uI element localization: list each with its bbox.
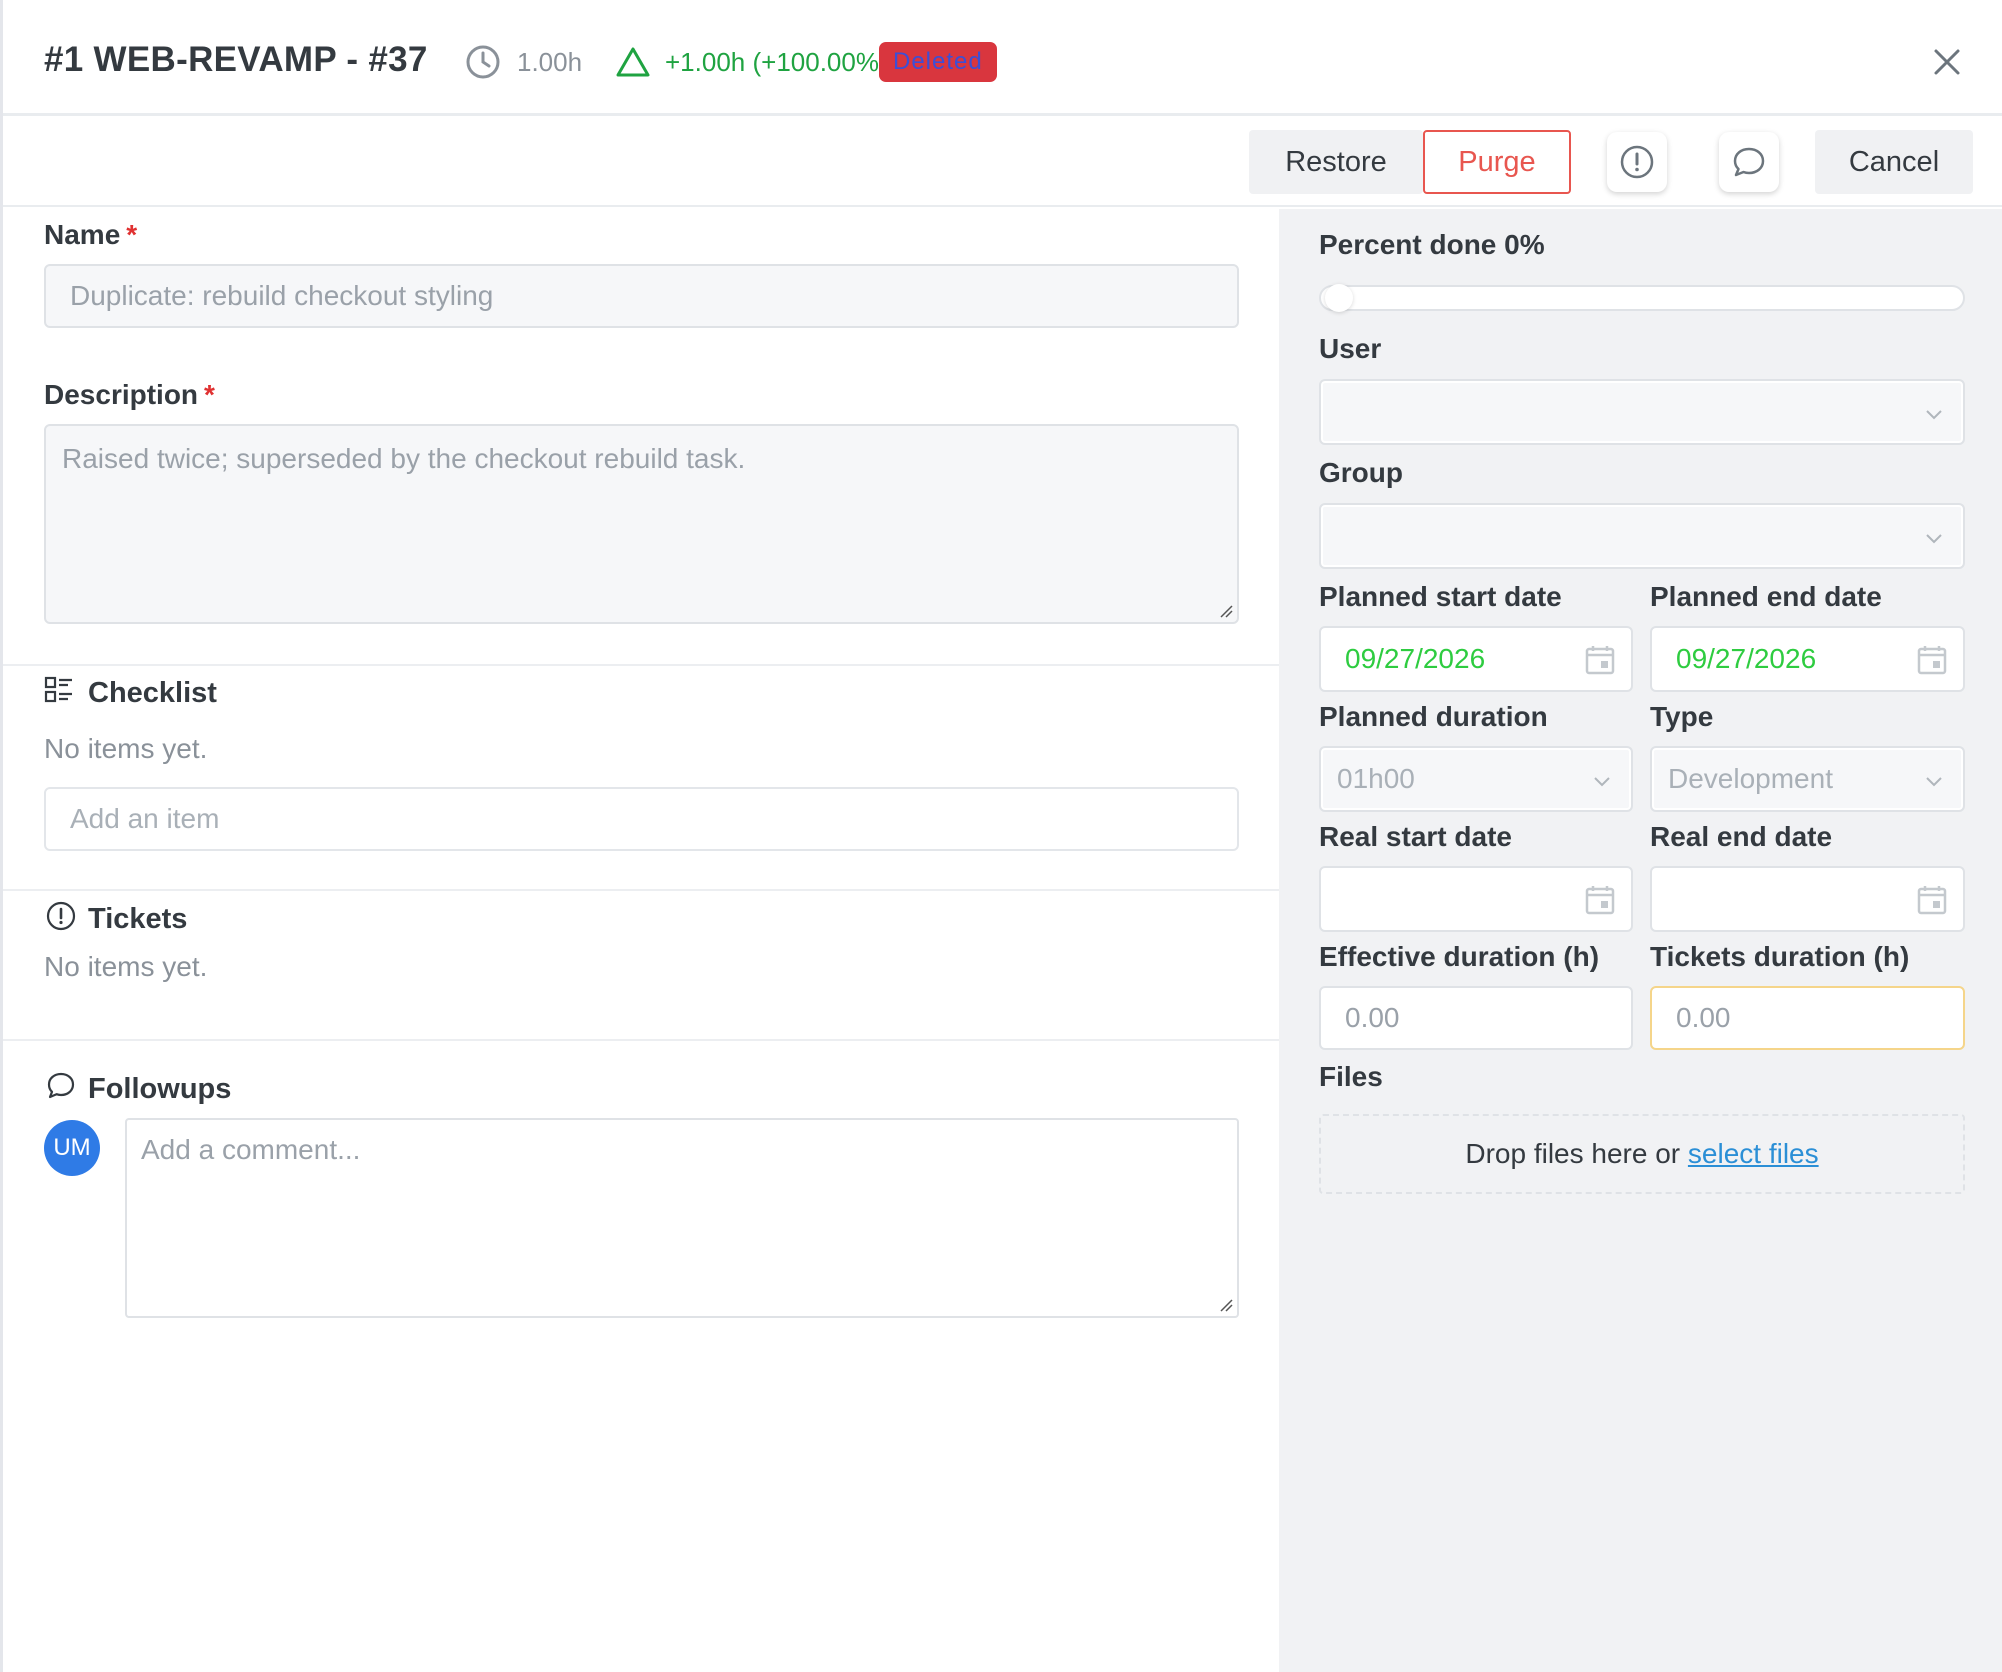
required-mark: * (126, 219, 138, 250)
dropzone-text: Drop files here or (1465, 1138, 1688, 1169)
real-start-date-input[interactable] (1319, 866, 1633, 932)
user-label: User (1319, 333, 1382, 364)
comments-button[interactable] (1719, 132, 1779, 192)
triangle-up-icon (616, 47, 650, 77)
exclamation-circle-icon (1620, 145, 1654, 179)
details-sidebar: Percent done 0% User Group Planned start… (1279, 209, 2002, 1672)
type-value: Development (1668, 763, 1833, 794)
tickets-title: Tickets (88, 903, 188, 935)
calendar-icon[interactable] (1583, 883, 1617, 917)
chat-bubble-icon (1733, 147, 1765, 177)
chevron-down-icon (1594, 777, 1610, 787)
real-end-date-input[interactable] (1650, 866, 1965, 932)
close-icon[interactable] (1927, 42, 1967, 82)
add-checklist-item-input[interactable]: Add an item (44, 787, 1239, 851)
planned-start-value: 09/27/2026 (1345, 643, 1486, 674)
chevron-down-icon (1926, 777, 1942, 787)
file-dropzone[interactable]: Drop files here or select files (1319, 1114, 1965, 1194)
action-toolbar: Restore Purge Cancel (3, 119, 2002, 207)
planned-start-date-input[interactable]: 09/27/2026 (1319, 626, 1633, 692)
effective-duration-input[interactable]: 0.00 (1319, 986, 1633, 1050)
planned-end-value: 09/27/2026 (1676, 643, 1817, 674)
type-label: Type (1650, 701, 1714, 732)
calendar-icon[interactable] (1915, 643, 1949, 677)
status-badge: Deleted (879, 42, 997, 82)
divider (3, 889, 1279, 891)
name-label-text: Name (44, 219, 121, 250)
real-start-label: Real start date (1319, 821, 1512, 852)
main-form: Name * Duplicate: rebuild checkout stylin… (3, 209, 1279, 1672)
calendar-icon[interactable] (1583, 643, 1617, 677)
tickets-duration-input[interactable]: 0.00 (1650, 986, 1965, 1050)
description-text: Raised twice; superseded by the checkout… (62, 443, 746, 474)
required-mark: * (204, 379, 215, 410)
clock-icon (466, 45, 500, 79)
checklist-empty-text: No items yet. (44, 733, 208, 764)
comment-input[interactable]: Add a comment... (125, 1118, 1239, 1318)
resize-handle-icon[interactable] (1219, 1298, 1233, 1312)
type-select[interactable]: Development (1650, 746, 1965, 812)
chat-bubble-icon (47, 1072, 75, 1099)
avatar: UM (44, 1120, 100, 1176)
group-select[interactable] (1319, 503, 1965, 569)
resize-handle-icon[interactable] (1219, 604, 1233, 618)
page-title: #1 WEB-REVAMP - #37 (44, 40, 428, 79)
cancel-button[interactable]: Cancel (1815, 130, 1973, 194)
chevron-down-icon (1926, 410, 1942, 420)
slider-handle[interactable] (1325, 284, 1353, 312)
purge-button[interactable]: Purge (1423, 130, 1571, 194)
user-select[interactable] (1319, 379, 1965, 445)
tickets-button[interactable] (1607, 132, 1667, 192)
checklist-icon (44, 676, 72, 703)
planned-end-label: Planned end date (1650, 581, 1882, 612)
percent-done-label: Percent done 0% (1319, 229, 1545, 260)
description-label: Description * (44, 379, 215, 411)
description-label-text: Description (44, 379, 199, 410)
exclamation-circle-icon (46, 901, 76, 931)
followups-title: Followups (88, 1073, 232, 1105)
checklist-title: Checklist (88, 677, 217, 709)
tickets-duration-label: Tickets duration (h) (1650, 941, 1910, 972)
files-label: Files (1319, 1061, 1383, 1092)
task-modal: #1 WEB-REVAMP - #37 1.00h +1.00h (+100.0… (0, 0, 2002, 1672)
planned-duration-select[interactable]: 01h00 (1319, 746, 1633, 812)
tickets-empty-text: No items yet. (44, 951, 208, 982)
planned-duration-label: Planned duration (1319, 701, 1548, 732)
planned-time: 1.00h (517, 47, 583, 77)
time-delta: +1.00h (+100.00%) (665, 47, 888, 77)
comment-placeholder: Add a comment... (141, 1134, 361, 1165)
calendar-icon[interactable] (1915, 883, 1949, 917)
description-field[interactable]: Raised twice; superseded by the checkout… (44, 424, 1239, 624)
chevron-down-icon (1926, 534, 1942, 544)
group-label: Group (1319, 457, 1403, 488)
divider (3, 664, 1279, 666)
divider (3, 1039, 1279, 1041)
name-label: Name * (44, 219, 137, 251)
modal-header: #1 WEB-REVAMP - #37 1.00h +1.00h (+100.0… (3, 0, 2002, 116)
real-end-label: Real end date (1650, 821, 1833, 852)
planned-start-label: Planned start date (1319, 581, 1562, 612)
planned-duration-value: 01h00 (1337, 763, 1415, 794)
percent-done-slider[interactable] (1319, 284, 1965, 312)
select-files-link[interactable]: select files (1688, 1138, 1819, 1169)
effective-duration-label: Effective duration (h) (1319, 941, 1600, 972)
planned-end-date-input[interactable]: 09/27/2026 (1650, 626, 1965, 692)
restore-button[interactable]: Restore (1249, 130, 1423, 194)
name-field[interactable]: Duplicate: rebuild checkout styling (44, 264, 1239, 328)
